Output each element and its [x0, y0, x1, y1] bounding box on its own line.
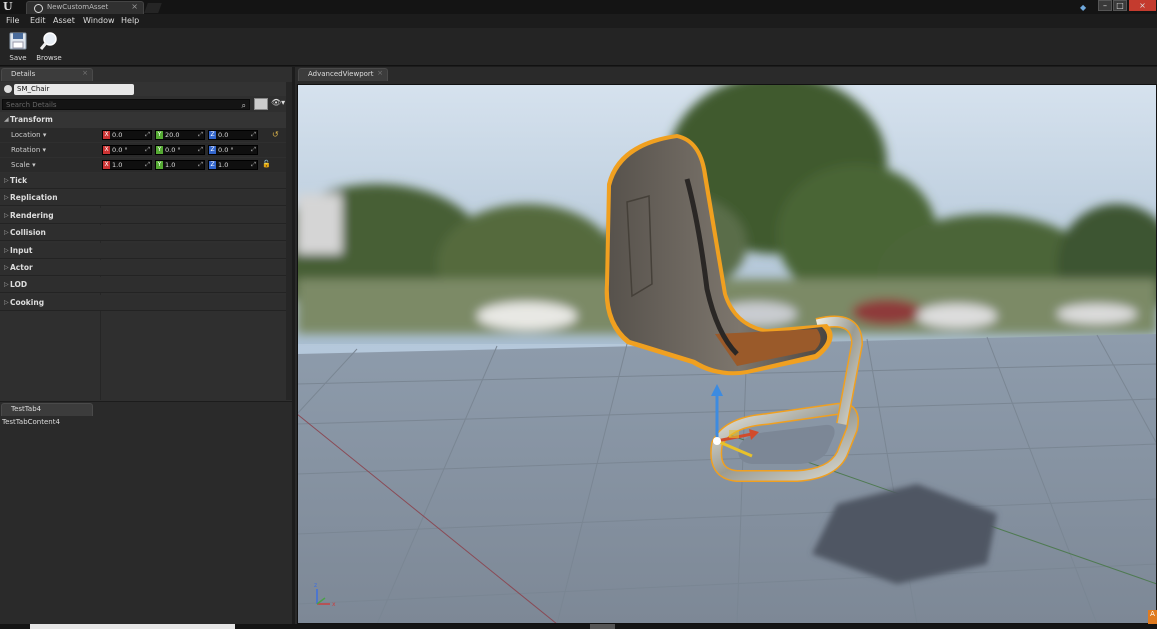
svg-text:z: z — [314, 582, 317, 589]
magnifier-icon — [40, 32, 57, 50]
status-bar-field[interactable] — [30, 624, 235, 629]
search-details-input[interactable]: Search Details ⌕ — [2, 99, 250, 110]
property-label[interactable]: Scale ▾ — [11, 161, 36, 169]
collapsed-arrow-icon: ▷ — [4, 229, 9, 236]
close-window-button[interactable]: × — [1129, 0, 1156, 11]
toolbar: Save Browse — [0, 28, 1157, 66]
notification-icon[interactable]: ◆ — [1080, 3, 1090, 12]
category-replication[interactable]: ▷ Replication — [0, 190, 292, 206]
save-icon — [9, 32, 27, 50]
property-row-scale: Scale ▾ X 1.0 ⤢ Y 1.0 ⤢ Z 1.0 ⤢ 🔓 — [0, 158, 292, 172]
rotation-x-field[interactable]: X 0.0 ° ⤢ — [102, 145, 152, 155]
collapsed-arrow-icon: ▷ — [4, 299, 9, 306]
rotation-y-field[interactable]: Y 0.0 ° ⤢ — [155, 145, 205, 155]
category-label: Replication — [10, 193, 58, 202]
category-label: LOD — [10, 280, 28, 289]
category-label: Actor — [10, 263, 33, 272]
category-transform[interactable]: ◢ Transform — [0, 112, 292, 129]
close-tab-icon[interactable]: × — [82, 69, 88, 77]
object-icon — [4, 85, 12, 93]
document-tab[interactable]: NewCustomAsset × — [26, 1, 144, 14]
reset-to-default-icon[interactable]: ↺ — [272, 130, 279, 139]
title-bar: U NewCustomAsset × ◆ – □ × — [0, 0, 1157, 14]
expanded-arrow-icon: ◢ — [4, 116, 9, 123]
3d-viewport[interactable]: z x — [297, 84, 1157, 624]
property-label[interactable]: Location ▾ — [11, 131, 46, 139]
testtab4-content: TestTabContent4 — [2, 418, 60, 426]
save-button[interactable]: Save — [3, 30, 33, 64]
status-bar-handle[interactable] — [590, 624, 615, 629]
document-tab-label: NewCustomAsset — [47, 3, 109, 11]
location-x-field[interactable]: X 0.0 ⤢ — [102, 130, 152, 140]
property-row-rotation: Rotation ▾ X 0.0 ° ⤢ Y 0.0 ° ⤢ Z 0.0 ° ⤢ — [0, 143, 292, 157]
testtab4-tab[interactable]: TestTab4 — [1, 403, 93, 416]
testtab4-tab-label: TestTab4 — [11, 405, 42, 413]
details-panel: Details × SM_Chair Search Details ⌕ 👁▾ ◢… — [0, 67, 292, 401]
collapsed-arrow-icon: ▷ — [4, 281, 9, 288]
menu-edit[interactable]: Edit — [30, 16, 46, 25]
object-name-field[interactable]: SM_Chair — [14, 84, 134, 95]
collapsed-arrow-icon: ▷ — [4, 212, 9, 219]
property-row-location: Location ▾ X 0.0 ⤢ Y 20.0 ⤢ Z 0.0 ⤢ ↺ — [0, 128, 292, 142]
search-icon: ⌕ — [241, 101, 246, 110]
category-label: Transform — [10, 115, 53, 124]
collapsed-arrow-icon: ▷ — [4, 194, 9, 201]
category-rendering[interactable]: ▷ Rendering — [0, 208, 292, 224]
viewport-tab[interactable]: AdvancedViewport × — [298, 68, 388, 81]
collapsed-arrow-icon: ▷ — [4, 247, 9, 254]
collapsed-arrow-icon: ▷ — [4, 264, 9, 271]
details-tab[interactable]: Details × — [1, 68, 93, 81]
close-tab-icon[interactable]: × — [131, 2, 138, 11]
close-tab-icon[interactable]: × — [377, 69, 383, 77]
asset-icon — [34, 4, 43, 13]
search-placeholder: Search Details — [6, 101, 57, 109]
browse-button[interactable]: Browse — [34, 30, 64, 64]
unreal-logo-icon: U — [3, 0, 13, 13]
category-lod[interactable]: ▷ LOD — [0, 277, 292, 293]
category-input[interactable]: ▷ Input — [0, 243, 292, 259]
category-tick[interactable]: ▷ Tick — [0, 173, 292, 189]
lock-icon[interactable]: 🔓 — [262, 160, 271, 168]
rotation-z-field[interactable]: Z 0.0 ° ⤢ — [208, 145, 258, 155]
location-z-field[interactable]: Z 0.0 ⤢ — [208, 130, 258, 140]
view-options-eye-icon[interactable]: 👁▾ — [271, 98, 285, 107]
category-label: Cooking — [10, 298, 45, 307]
viewport-panel: AdvancedViewport × z x — [295, 67, 1157, 624]
menu-bar: File Edit Asset Window Help — [0, 14, 1157, 28]
details-tab-label: Details — [11, 70, 36, 78]
category-label: Rendering — [10, 211, 54, 220]
menu-asset[interactable]: Asset — [53, 16, 75, 25]
collapsed-arrow-icon: ▷ — [4, 177, 9, 184]
category-label: Input — [10, 246, 33, 255]
property-label[interactable]: Rotation ▾ — [11, 146, 46, 154]
scale-z-field[interactable]: Z 1.0 ⤢ — [208, 160, 258, 170]
browse-label: Browse — [36, 54, 62, 62]
object-name-row: SM_Chair — [0, 82, 292, 96]
category-cooking[interactable]: ▷ Cooking — [0, 295, 292, 311]
viewport-scene: z x — [297, 84, 1157, 624]
search-row: Search Details ⌕ 👁▾ — [0, 97, 292, 111]
status-bar — [0, 624, 1157, 629]
viewport-tab-label: AdvancedViewport — [308, 70, 374, 78]
menu-window[interactable]: Window — [83, 16, 115, 25]
scale-x-field[interactable]: X 1.0 ⤢ — [102, 160, 152, 170]
testtab4-panel: TestTab4 TestTabContent4 — [0, 402, 292, 624]
new-tab-button[interactable] — [144, 3, 162, 13]
location-y-field[interactable]: Y 20.0 ⤢ — [155, 130, 205, 140]
notification-flag[interactable]: A — [1148, 610, 1157, 624]
scale-y-field[interactable]: Y 1.0 ⤢ — [155, 160, 205, 170]
svg-text:x: x — [332, 601, 336, 608]
category-actor[interactable]: ▷ Actor — [0, 260, 292, 276]
category-collision[interactable]: ▷ Collision — [0, 225, 292, 241]
details-scrollbar[interactable] — [286, 82, 292, 400]
maximize-button[interactable]: □ — [1113, 0, 1127, 11]
minimize-button[interactable]: – — [1098, 0, 1112, 11]
menu-file[interactable]: File — [6, 16, 19, 25]
menu-help[interactable]: Help — [121, 16, 139, 25]
category-label: Tick — [10, 176, 28, 185]
property-matrix-icon[interactable] — [254, 98, 268, 110]
category-label: Collision — [10, 228, 46, 237]
